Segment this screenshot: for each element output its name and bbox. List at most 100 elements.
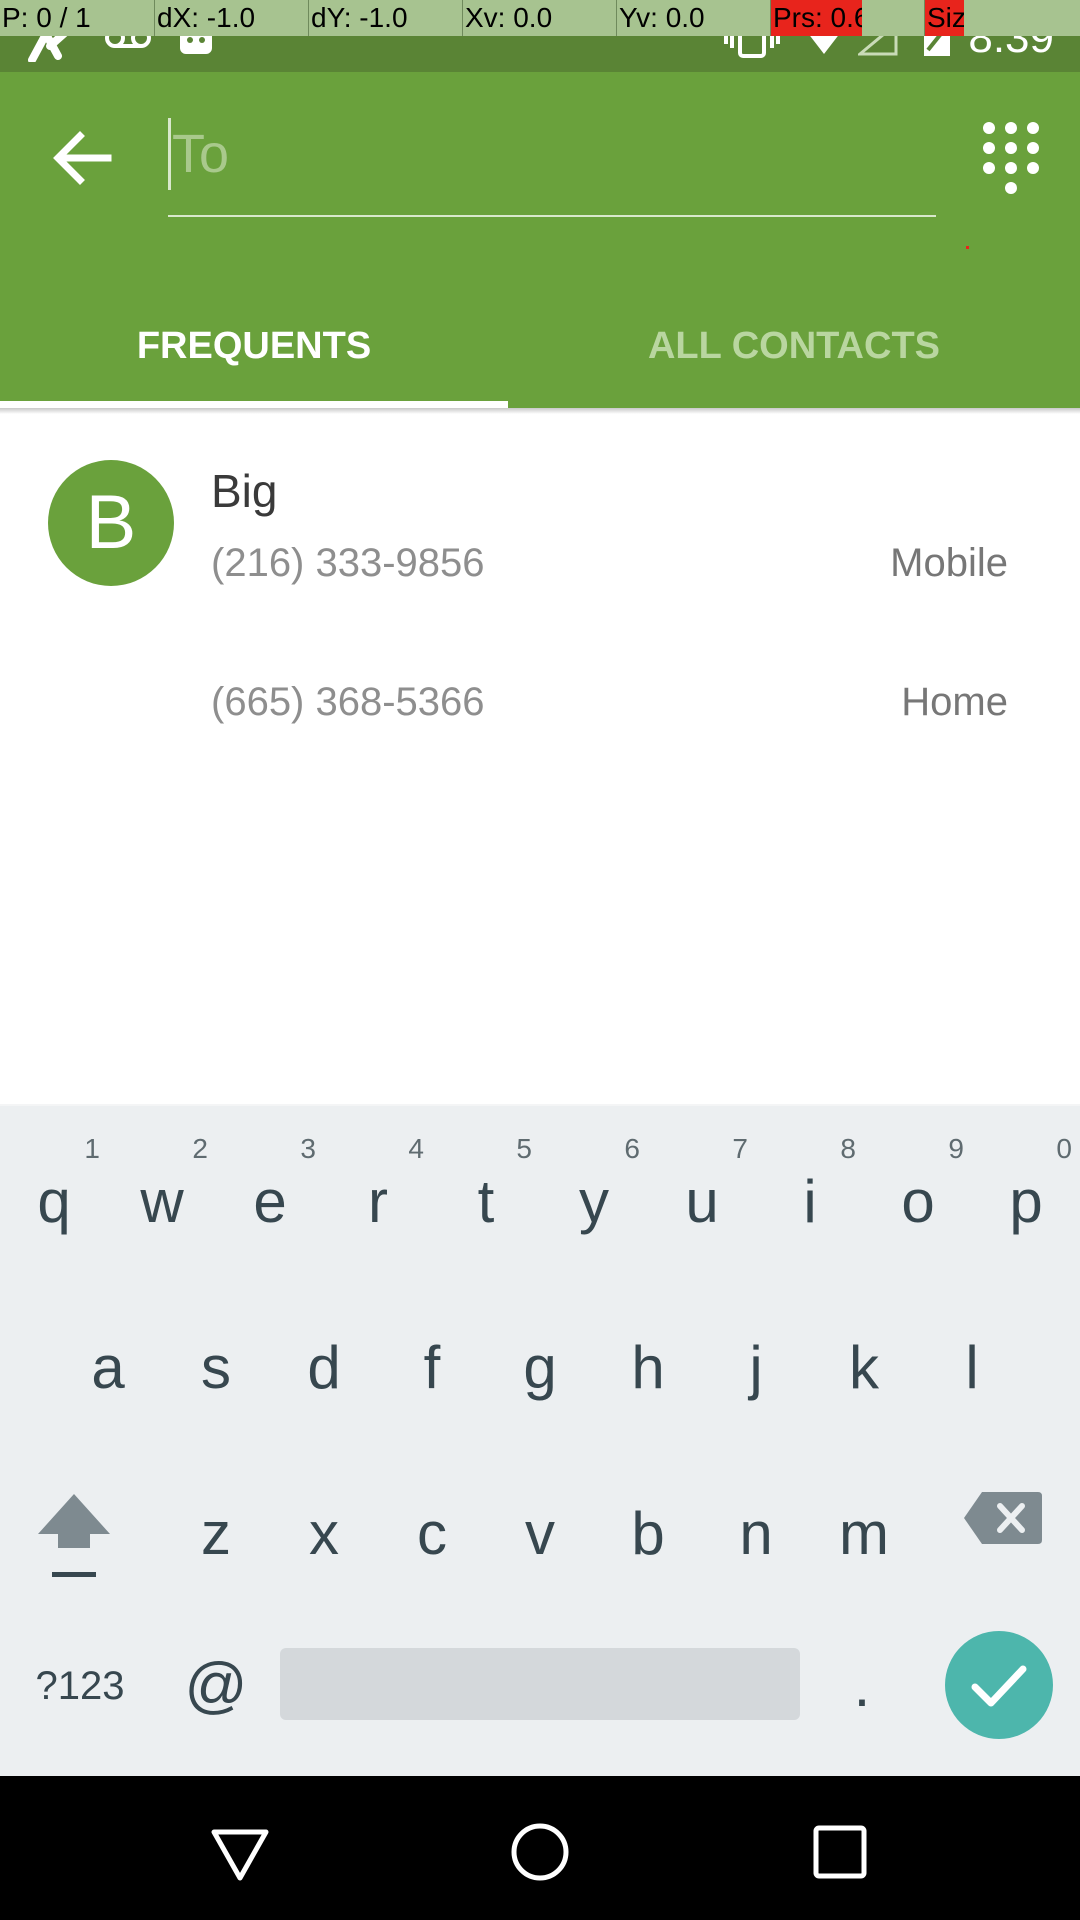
key-w[interactable]: w2 bbox=[108, 1112, 216, 1272]
contact-name[interactable]: Big bbox=[211, 460, 277, 522]
key-label: s bbox=[201, 1334, 231, 1401]
back-button[interactable] bbox=[44, 118, 124, 198]
key-number-hint: 2 bbox=[192, 1133, 208, 1164]
key-label: e bbox=[253, 1168, 287, 1235]
enter-key[interactable] bbox=[945, 1631, 1053, 1739]
key-v[interactable]: v bbox=[486, 1444, 594, 1604]
shift-key[interactable] bbox=[32, 1488, 116, 1594]
key-label: w bbox=[140, 1168, 184, 1235]
shift-icon bbox=[38, 1494, 110, 1577]
key-label: z bbox=[201, 1500, 231, 1567]
arrow-back-icon bbox=[53, 131, 112, 185]
key-s[interactable]: s bbox=[162, 1278, 270, 1438]
key-label: c bbox=[417, 1500, 447, 1567]
key-r[interactable]: r4 bbox=[324, 1112, 432, 1272]
key-number-hint: 3 bbox=[300, 1133, 316, 1164]
key-number-hint: 8 bbox=[840, 1133, 856, 1164]
key-label: b bbox=[631, 1500, 665, 1567]
to-recipient-input[interactable] bbox=[168, 112, 936, 196]
toolbar-shadow bbox=[0, 408, 1080, 414]
key-label: q bbox=[37, 1168, 71, 1235]
phone-number: (665) 368-5366 bbox=[211, 680, 485, 724]
tab-frequents[interactable]: FREQUENTS bbox=[0, 296, 508, 404]
key-u[interactable]: u7 bbox=[648, 1112, 756, 1272]
phone-row-home[interactable]: (665) 368-5366 Home bbox=[0, 674, 1080, 784]
key-label: i bbox=[803, 1168, 817, 1235]
selected-tab-indicator bbox=[0, 401, 508, 408]
key-number-hint: 6 bbox=[624, 1133, 640, 1164]
key-label: r bbox=[368, 1168, 388, 1235]
key-n[interactable]: n bbox=[702, 1444, 810, 1604]
key-a[interactable]: a bbox=[54, 1278, 162, 1438]
key-x[interactable]: x bbox=[270, 1444, 378, 1604]
key-label: j bbox=[749, 1334, 763, 1401]
key-number-hint: 4 bbox=[408, 1133, 424, 1164]
key-b[interactable]: b bbox=[594, 1444, 702, 1604]
checkmark-icon bbox=[971, 1665, 1027, 1707]
phone-row-mobile[interactable]: (216) 333-9856 Mobile bbox=[0, 535, 1080, 645]
key-e[interactable]: e3 bbox=[216, 1112, 324, 1272]
key-label: m bbox=[839, 1500, 889, 1567]
key-label: d bbox=[307, 1334, 341, 1401]
key-number-hint: 1 bbox=[84, 1133, 100, 1164]
navigation-bar bbox=[0, 1776, 1080, 1920]
key-label: o bbox=[901, 1168, 935, 1235]
key-label: v bbox=[525, 1500, 555, 1567]
key-label: y bbox=[579, 1168, 609, 1235]
to-input-underline bbox=[168, 215, 936, 217]
nav-recents-button[interactable] bbox=[800, 1812, 880, 1892]
backspace-key[interactable] bbox=[962, 1488, 1044, 1548]
key-p[interactable]: p0 bbox=[972, 1112, 1080, 1272]
dialpad-icon bbox=[983, 122, 1039, 194]
key-number-hint: 9 bbox=[948, 1133, 964, 1164]
key-y[interactable]: y6 bbox=[540, 1112, 648, 1272]
key-i[interactable]: i8 bbox=[756, 1112, 864, 1272]
at-key[interactable]: @ bbox=[166, 1638, 266, 1734]
phone-type: Home bbox=[901, 680, 1008, 724]
key-c[interactable]: c bbox=[378, 1444, 486, 1604]
key-h[interactable]: h bbox=[594, 1278, 702, 1438]
space-key[interactable] bbox=[280, 1648, 800, 1720]
nav-home-icon bbox=[511, 1823, 569, 1881]
key-q[interactable]: q1 bbox=[0, 1112, 108, 1272]
overlay-pointer-count: P: 0 / 1 bbox=[2, 2, 91, 33]
key-label: g bbox=[523, 1334, 557, 1401]
nav-back-icon bbox=[211, 1829, 269, 1881]
symbols-key[interactable]: ?123 bbox=[20, 1638, 140, 1734]
period-key[interactable]: . bbox=[812, 1638, 912, 1734]
dialpad-button[interactable] bbox=[976, 118, 1046, 198]
text-cursor bbox=[168, 118, 171, 190]
overlay-size-rest bbox=[964, 0, 1080, 36]
nav-home-button[interactable] bbox=[500, 1812, 580, 1892]
key-j[interactable]: j bbox=[702, 1278, 810, 1438]
backspace-icon bbox=[964, 1492, 1042, 1544]
key-o[interactable]: o9 bbox=[864, 1112, 972, 1272]
key-label: f bbox=[423, 1334, 441, 1401]
key-number-hint: 7 bbox=[732, 1133, 748, 1164]
overlay-size: Size: 0.27 bbox=[924, 0, 964, 36]
key-number-hint: 5 bbox=[516, 1133, 532, 1164]
key-label: a bbox=[91, 1334, 125, 1401]
key-label: l bbox=[965, 1334, 979, 1401]
key-label: p bbox=[1009, 1168, 1043, 1235]
key-d[interactable]: d bbox=[270, 1278, 378, 1438]
nav-back-button[interactable] bbox=[200, 1812, 280, 1892]
touch-dot bbox=[966, 246, 969, 249]
key-z[interactable]: z bbox=[162, 1444, 270, 1604]
key-label: u bbox=[685, 1168, 719, 1235]
overlay-pressure: Prs: 0.61 bbox=[770, 0, 862, 36]
key-m[interactable]: m bbox=[810, 1444, 918, 1604]
key-l[interactable]: l bbox=[918, 1278, 1026, 1438]
keyboard: q1w2e3r4t5y6u7i8o9p0 asdfghjkl zxcvbnm ?… bbox=[0, 1104, 1080, 1776]
key-t[interactable]: t5 bbox=[432, 1112, 540, 1272]
overlay-pressure-rest bbox=[862, 0, 924, 36]
key-k[interactable]: k bbox=[810, 1278, 918, 1438]
toolbar: FREQUENTS ALL CONTACTS bbox=[0, 72, 1080, 408]
key-f[interactable]: f bbox=[378, 1278, 486, 1438]
nav-recents-icon bbox=[813, 1825, 867, 1879]
key-label: k bbox=[849, 1334, 879, 1401]
phone-type: Mobile bbox=[890, 541, 1008, 585]
key-g[interactable]: g bbox=[486, 1278, 594, 1438]
tab-all-contacts[interactable]: ALL CONTACTS bbox=[540, 296, 1048, 404]
phone-number: (216) 333-9856 bbox=[211, 541, 485, 585]
